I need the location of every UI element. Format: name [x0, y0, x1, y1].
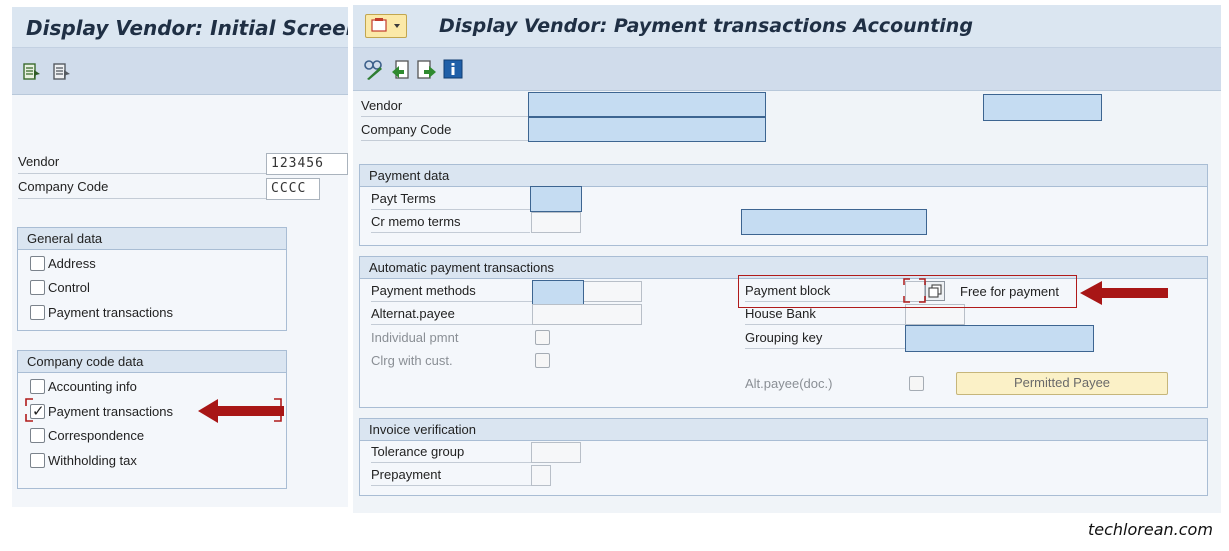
individual-pmnt-checkbox[interactable] [535, 330, 550, 345]
grouping-key-label: Grouping key [745, 330, 905, 349]
next-screen-icon[interactable] [416, 59, 436, 79]
cr-memo-terms-label: Cr memo terms [371, 214, 530, 233]
payt-terms-description-field [741, 209, 927, 235]
prepayment-field[interactable] [531, 465, 551, 486]
correspondence-label: Correspondence [48, 428, 145, 443]
vendor-label: Vendor [18, 154, 266, 174]
display-list-icon[interactable] [52, 62, 70, 80]
page-title: Display Vendor: Initial Screen [26, 16, 348, 40]
payment-block-focus-bracket [903, 278, 926, 303]
prepayment-label: Prepayment [371, 467, 531, 486]
invoice-verification-title: Invoice verification [360, 419, 1207, 441]
general-payment-transactions-label: Payment transactions [48, 305, 174, 320]
initial-screen-toolbar [12, 47, 348, 95]
payment-methods-tail [580, 281, 642, 302]
display-detail-icon[interactable] [22, 62, 40, 80]
company-code-input[interactable]: CCCC [266, 178, 320, 200]
tolerance-group-label: Tolerance group [371, 444, 531, 463]
vendor-input[interactable]: 123456 [266, 153, 348, 175]
info-icon[interactable] [443, 59, 463, 79]
clrg-with-cust-checkbox[interactable] [535, 353, 550, 368]
highlight-arrow-right [1080, 280, 1168, 306]
address-checkbox[interactable] [30, 256, 45, 271]
vendor-label: Vendor [361, 98, 528, 117]
payment-screen-titlebar: Display Vendor: Payment transactions Acc… [353, 5, 1221, 47]
initial-screen-titlebar: Display Vendor: Initial Screen [12, 7, 348, 47]
display-change-icon[interactable] [363, 59, 382, 80]
company-code-label: Company Code [18, 179, 266, 199]
withholding-tax-checkbox[interactable] [30, 453, 45, 468]
grouping-key-field[interactable] [905, 325, 1094, 352]
control-label: Control [48, 280, 90, 295]
cr-memo-terms-field[interactable] [531, 212, 581, 233]
general-payment-transactions-checkbox[interactable] [30, 305, 45, 320]
company-code-label: Company Code [361, 122, 528, 141]
previous-screen-icon[interactable] [390, 59, 409, 79]
alt-payee-doc-checkbox[interactable] [909, 376, 924, 391]
individual-pmnt-label: Individual pmnt [371, 330, 459, 345]
general-data-title: General data [18, 228, 286, 250]
alternat-payee-field[interactable] [532, 304, 642, 325]
system-menu-icon[interactable] [365, 14, 407, 38]
page-title: Display Vendor: Payment transactions Acc… [439, 15, 973, 37]
alternat-payee-label: Alternat.payee [371, 306, 532, 325]
alt-payee-doc-label: Alt.payee(doc.) [745, 376, 833, 391]
payment-methods-field[interactable] [532, 280, 584, 305]
company-code-data-title: Company code data [18, 351, 286, 373]
initial-screen-window: Display Vendor: Initial Screen Vendor 12… [12, 7, 348, 507]
watermark-text: techlorean.com [1088, 520, 1213, 539]
accounting-info-label: Accounting info [48, 379, 137, 394]
address-label: Address [48, 256, 96, 271]
highlight-arrow-left [198, 398, 284, 424]
permitted-payee-button[interactable]: Permitted Payee [956, 372, 1168, 395]
payment-screen-toolbar [353, 47, 1221, 91]
accounting-info-checkbox[interactable] [30, 379, 45, 394]
vendor-name-field[interactable] [983, 94, 1102, 121]
payt-terms-field[interactable] [530, 186, 582, 212]
tolerance-group-field[interactable] [531, 442, 581, 463]
payt-terms-label: Payt Terms [371, 191, 530, 210]
clrg-with-cust-label: Clrg with cust. [371, 353, 453, 368]
vendor-field[interactable] [528, 92, 766, 117]
withholding-tax-label: Withholding tax [48, 453, 137, 468]
correspondence-checkbox[interactable] [30, 428, 45, 443]
company-code-field[interactable] [528, 117, 766, 142]
payment-data-title: Payment data [360, 165, 1207, 187]
house-bank-label: House Bank [745, 306, 905, 325]
payment-methods-label: Payment methods [371, 283, 532, 302]
control-checkbox[interactable] [30, 280, 45, 295]
